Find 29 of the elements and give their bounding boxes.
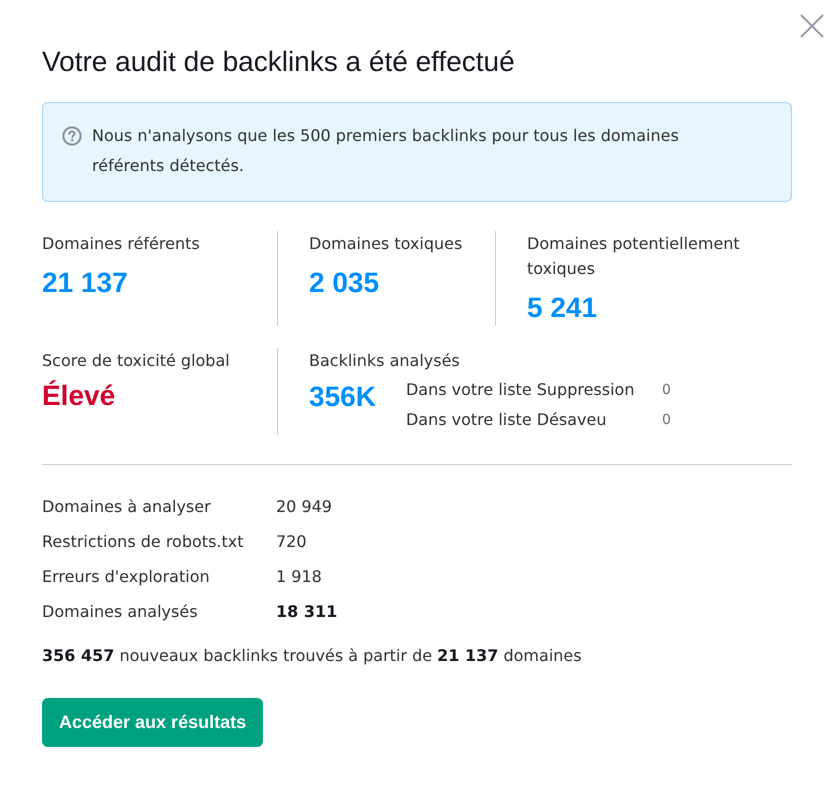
metric-label: Domaines toxiques <box>309 233 462 255</box>
detail-value: 20 949 <box>276 496 333 518</box>
detail-label: Domaines à analyser <box>42 496 212 518</box>
metric-value: 356K <box>309 380 376 414</box>
metric-label: Score de toxicité global <box>42 350 230 372</box>
metric-value: 5 241 <box>527 291 598 325</box>
detail-label: Erreurs d'exploration <box>42 566 211 588</box>
results-button[interactable]: Accéder aux résultats <box>42 698 264 747</box>
close-icon <box>800 14 824 38</box>
detail-value: 1 918 <box>276 566 323 588</box>
metric-value: 21 137 <box>42 266 128 300</box>
help-icon <box>62 126 82 146</box>
list-label: Dans votre liste Désaveu <box>406 409 608 431</box>
metric-label: Domaines potentiellement toxiques <box>527 233 741 280</box>
detail-value: 720 <box>276 531 308 553</box>
result-summary: 356 457 nouveaux backlinks trouvés à partir de 21 137 domaines <box>42 645 583 667</box>
close-button[interactable] <box>800 14 824 38</box>
detail-value: 18 311 <box>276 601 338 623</box>
metric-value: 2 035 <box>309 266 380 300</box>
metric-label: Domaines référents <box>42 233 200 255</box>
detail-label: Restrictions de robots.txt <box>42 531 244 553</box>
rating-value: Élevé <box>42 379 116 413</box>
list-count: 0 <box>662 381 671 400</box>
metric-label: Backlinks analysés <box>309 350 460 372</box>
info-text: Nous n'analysons que les 500 premiers backlinks pour tous les domaines référents détectés. <box>92 125 680 177</box>
dialog-title: Votre audit de backlinks a été effectué <box>42 45 516 79</box>
detail-label: Domaines analysés <box>42 601 199 623</box>
list-label: Dans votre liste Suppression <box>406 379 636 401</box>
list-count: 0 <box>662 411 671 430</box>
